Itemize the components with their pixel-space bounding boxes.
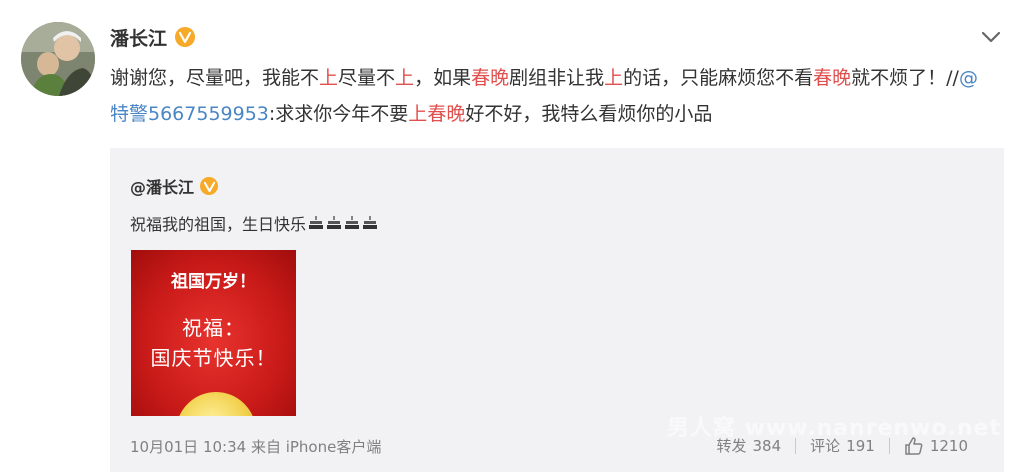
post-text-segment: ，如果 — [414, 67, 472, 89]
highlighted-keyword[interactable]: 上 — [604, 67, 623, 89]
highlighted-keyword[interactable]: 上 — [395, 67, 414, 89]
post-text-segment: 尽量不 — [338, 67, 396, 89]
post-text-segment: :求求你今年不要 — [268, 103, 409, 125]
post-text-segment: 剧组非让我 — [509, 67, 605, 89]
repost-author-name[interactable]: @潘长江 — [130, 174, 194, 198]
highlighted-keyword[interactable]: 春晚 — [471, 67, 509, 89]
repost-text-content: 祝福我的祖国，生日快乐 — [130, 215, 307, 234]
repost-image[interactable]: 祖国万岁！ 祝福： 国庆节快乐！ — [131, 250, 296, 416]
cake-icon — [327, 216, 342, 229]
repost-meta: 10月01日 10:34 来自 iPhone客户端 — [130, 438, 382, 456]
watermark: 男人窝 www.nanrenwo.net — [666, 416, 1001, 441]
author-name[interactable]: 潘长江 — [110, 24, 167, 51]
cake-icon — [363, 216, 378, 229]
highlighted-keyword[interactable]: 春晚 — [427, 103, 465, 125]
post-text-segment: 的话，只能麻烦您不看 — [623, 67, 814, 89]
highlighted-keyword[interactable]: 春晚 — [813, 67, 851, 89]
image-text-line2: 祝福： — [182, 316, 245, 340]
avatar-photo — [21, 22, 95, 96]
highlighted-keyword[interactable]: 上 — [408, 103, 427, 125]
cake-emoji-group — [308, 215, 378, 231]
post-text-segment: 就不烦了！// — [851, 67, 959, 89]
post-text: 谢谢您，尽量吧，我能不上尽量不上，如果春晚剧组非让我上的话，只能麻烦您不看春晚就… — [110, 60, 990, 132]
image-text-line1: 祖国万岁！ — [171, 272, 256, 292]
repost-author: @潘长江 — [130, 174, 219, 198]
verified-badge-icon — [200, 177, 219, 195]
highlighted-keyword[interactable]: 上 — [319, 67, 338, 89]
verified-badge-icon — [175, 27, 196, 47]
post-author: 潘长江 — [110, 22, 196, 52]
cake-icon — [345, 216, 360, 229]
cake-icon — [309, 216, 324, 229]
moon-graphic — [176, 392, 256, 416]
repost-text: 祝福我的祖国，生日快乐 — [130, 211, 378, 235]
post-text-segment: 好不好，我特么看烦你的小品 — [465, 103, 713, 125]
post-text-segment: 谢谢您，尽量吧，我能不 — [110, 67, 320, 89]
avatar[interactable] — [21, 22, 95, 96]
image-text-line3: 国庆节快乐！ — [150, 346, 277, 370]
chevron-down-icon[interactable] — [978, 26, 1004, 48]
